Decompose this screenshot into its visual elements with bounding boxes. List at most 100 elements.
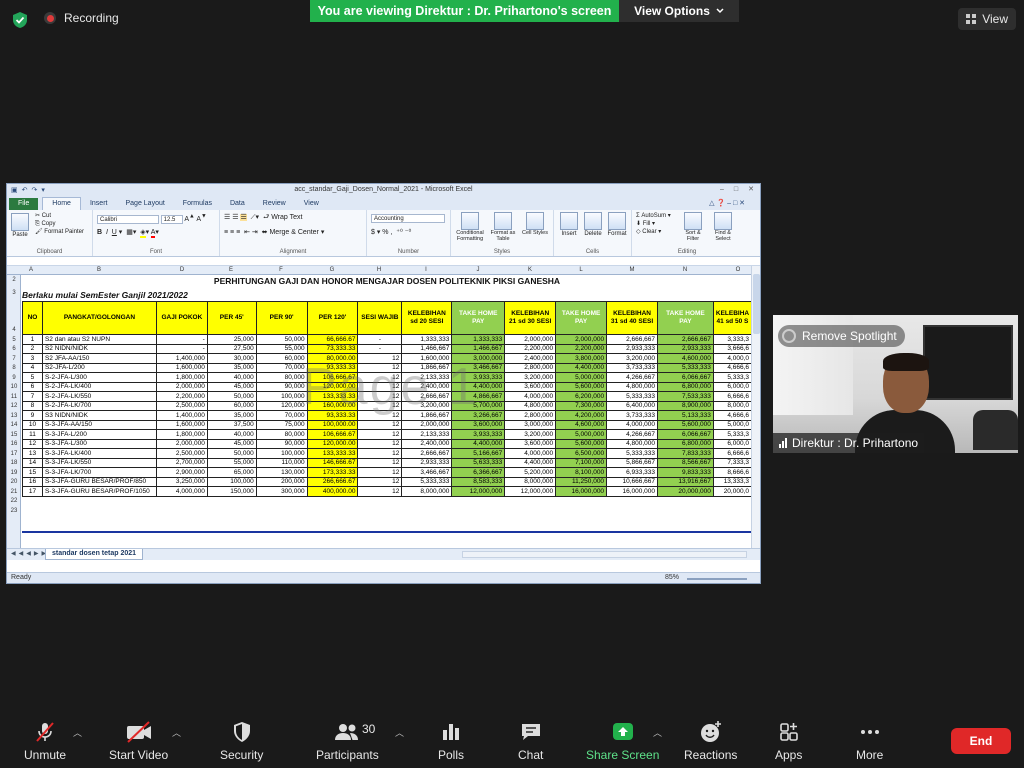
table-cell[interactable]: 5,333,333 [606,448,658,459]
table-cell[interactable]: 133,333.33 [306,391,359,402]
help-icon[interactable]: △ ❓ – □ ✕ [700,198,754,210]
table-cell[interactable]: 80,000 [255,372,308,383]
table-cell[interactable]: 5,333,3 [712,372,752,383]
table-cell[interactable]: S-3-JFA-LK/550 [41,457,157,468]
table-cell[interactable]: 30,000 [206,353,257,364]
table-cell[interactable]: S-3-JFA-LK/400 [41,448,157,459]
table-cell[interactable]: 12 [357,391,403,402]
table-cell[interactable]: 2,933,333 [606,343,658,354]
table-cell[interactable]: 5,000,000 [555,372,608,383]
table-cell[interactable]: 4,000,000 [606,419,658,430]
table-cell[interactable]: 35,000 [206,362,257,373]
minimize-icon[interactable]: – [720,184,724,196]
table-cell[interactable]: 3,466,667 [451,362,506,373]
empty-cell[interactable] [607,506,658,516]
table-cell[interactable]: S-3-JFA-AA/150 [41,419,157,430]
table-cell[interactable]: 1,333,333 [401,334,453,345]
table-cell[interactable]: 2,933,333 [401,457,453,468]
col-b[interactable]: B [97,267,101,273]
table-cell[interactable]: 200,000 [255,476,308,487]
table-cell[interactable]: 9 [22,410,43,421]
table-cell[interactable]: S-3-JFA-L/200 [41,429,157,440]
table-cell[interactable]: 10,666,667 [606,476,658,487]
sort-filter-button[interactable]: Sort & Filter [680,212,706,242]
col-f[interactable]: F [279,267,283,273]
table-cell[interactable]: 12 [357,353,403,364]
table-cell[interactable]: 16 [22,476,43,487]
table-cell[interactable]: S3 NIDN/NIDK [41,410,157,421]
table-cell[interactable]: 12 [357,362,403,373]
row-number[interactable]: 6 [7,346,21,352]
row-number[interactable]: 3 [7,290,21,296]
table-cell[interactable]: 13 [22,448,43,459]
font-color-icon[interactable]: A [150,229,156,238]
bold-icon[interactable]: B [97,229,102,236]
number-format-select[interactable]: Accounting [371,214,445,223]
format-as-table-button[interactable]: Format as Table [489,212,517,242]
table-cell[interactable]: 8,566,667 [657,457,714,468]
table-cell[interactable]: 8,100,000 [555,467,608,478]
col-o[interactable]: O [736,267,741,273]
table-cell[interactable]: 2,000,000 [155,381,208,392]
cut-button[interactable]: ✂ Cut [35,212,84,220]
table-cell[interactable]: 50,000 [206,391,257,402]
table-cell[interactable]: 6,000,0 [712,438,752,449]
table-cell[interactable]: 5,333,333 [606,391,658,402]
table-cell[interactable]: 70,000 [255,410,308,421]
table-cell[interactable]: 6,066,667 [657,372,714,383]
table-cell[interactable]: 2,200,000 [504,343,557,354]
table-cell[interactable]: 6,800,000 [657,381,714,392]
font-size-select[interactable]: 12.5 [160,215,183,225]
table-cell[interactable]: S-2-JFA-LK/550 [41,391,157,402]
col-g[interactable]: G [330,267,335,273]
view-button[interactable]: View [958,8,1016,30]
table-cell[interactable]: 3,600,000 [451,419,506,430]
table-cell[interactable]: 5,700,000 [451,400,506,411]
tab-insert[interactable]: Insert [81,198,117,210]
empty-cell[interactable] [307,496,358,506]
table-cell[interactable]: 3,333,3 [712,334,752,345]
column-header-cell[interactable]: TAKE HOME PAY [555,301,608,335]
table-cell[interactable]: 2,500,000 [155,448,208,459]
table-cell[interactable]: 7,833,333 [657,448,714,459]
table-cell[interactable]: 2,666,667 [606,334,658,345]
indent-icon[interactable]: ⇤ ⇥ [244,229,258,236]
insert-cells-button[interactable]: Insert [558,212,580,238]
table-cell[interactable]: 11 [22,429,43,440]
table-cell[interactable]: 90,000 [255,381,308,392]
table-cell[interactable]: 20,000,000 [657,486,714,497]
table-cell[interactable]: 1,600,000 [155,362,208,373]
font-name-select[interactable]: Calibri [97,215,159,225]
empty-cell[interactable] [607,496,658,506]
col-k[interactable]: K [528,267,532,273]
vertical-scrollbar[interactable] [751,266,760,548]
delete-cells-button[interactable]: Delete [582,212,604,238]
row-number[interactable]: 21 [7,489,21,495]
start-video-button[interactable]: Start Video [109,720,168,762]
format-painter-button[interactable]: 🖌 Format Painter [35,228,84,236]
table-cell[interactable]: 12 [357,400,403,411]
cell-styles-button[interactable]: Cell Styles [521,212,549,236]
table-cell[interactable]: 50,000 [206,448,257,459]
table-cell[interactable]: 1,600,000 [401,353,453,364]
column-header-cell[interactable]: KELEBIHAN sd 20 SESI [401,301,453,335]
table-cell[interactable]: 4 [22,362,43,373]
table-cell[interactable]: 160,000.00 [306,400,359,411]
table-cell[interactable]: 3,200,000 [504,372,557,383]
table-cell[interactable]: 3,733,333 [606,410,658,421]
restore-icon[interactable]: □ [734,184,738,196]
tab-formulas[interactable]: Formulas [174,198,221,210]
video-options-caret-icon[interactable]: ︿ [172,726,181,739]
row-number[interactable]: 7 [7,356,21,362]
format-cells-button[interactable]: Format [606,212,628,238]
table-cell[interactable]: 4,800,000 [606,381,658,392]
horizontal-scrollbar[interactable] [462,551,747,558]
table-cell[interactable]: 12 [357,429,403,440]
table-cell[interactable]: 100,000 [255,448,308,459]
table-cell[interactable]: 2,200,000 [555,343,608,354]
row-number[interactable]: 2 [7,277,21,283]
row-number[interactable]: 15 [7,432,21,438]
unmute-button[interactable]: Unmute [24,720,66,762]
table-cell[interactable]: 5,333,333 [401,476,453,487]
row-number[interactable]: 18 [7,460,21,466]
